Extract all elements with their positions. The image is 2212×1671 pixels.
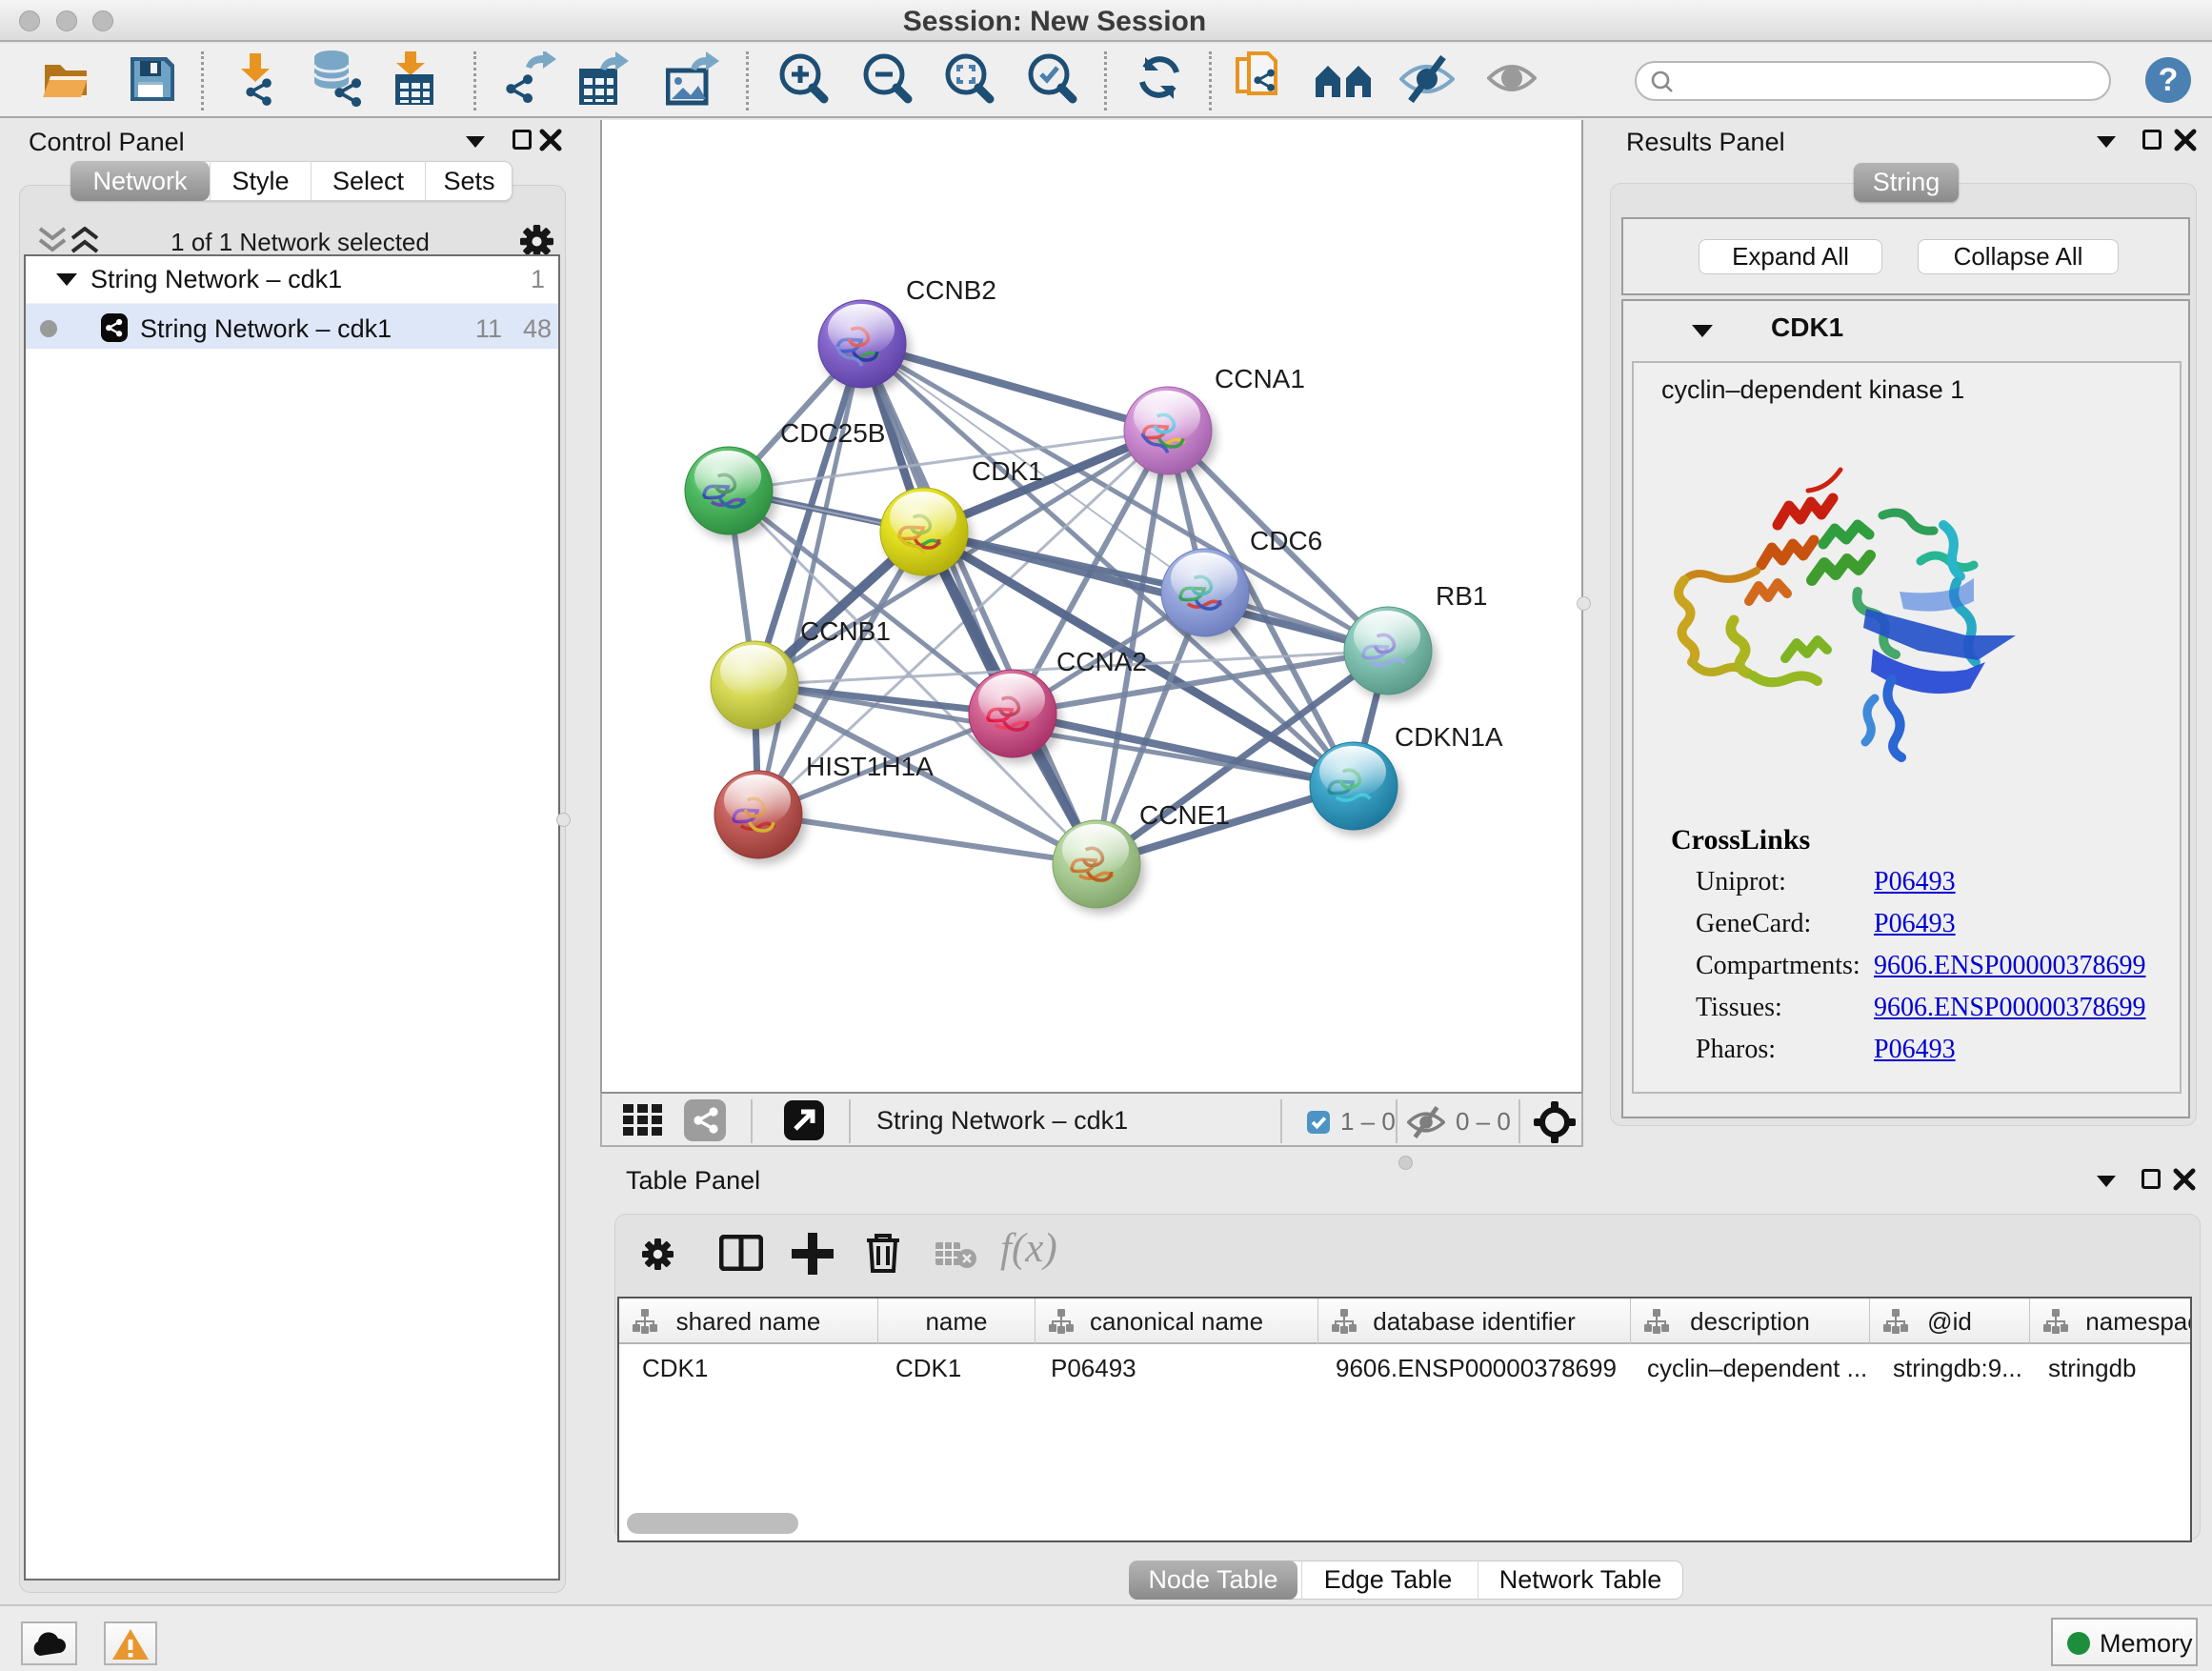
- svg-text:CCNE1: CCNE1: [1139, 800, 1230, 830]
- svg-text:CCNA1: CCNA1: [1215, 364, 1305, 393]
- svg-text:CCNB1: CCNB1: [800, 616, 891, 646]
- svg-text:CDC25B: CDC25B: [780, 418, 885, 448]
- svg-text:RB1: RB1: [1436, 581, 1487, 611]
- svg-text:CCNA2: CCNA2: [1056, 647, 1147, 676]
- svg-text:HIST1H1A: HIST1H1A: [806, 752, 934, 781]
- svg-text:CDKN1A: CDKN1A: [1395, 722, 1503, 752]
- svg-text:CDK1: CDK1: [972, 456, 1043, 486]
- svg-text:CDC6: CDC6: [1250, 526, 1322, 555]
- svg-text:CCNB2: CCNB2: [906, 275, 996, 305]
